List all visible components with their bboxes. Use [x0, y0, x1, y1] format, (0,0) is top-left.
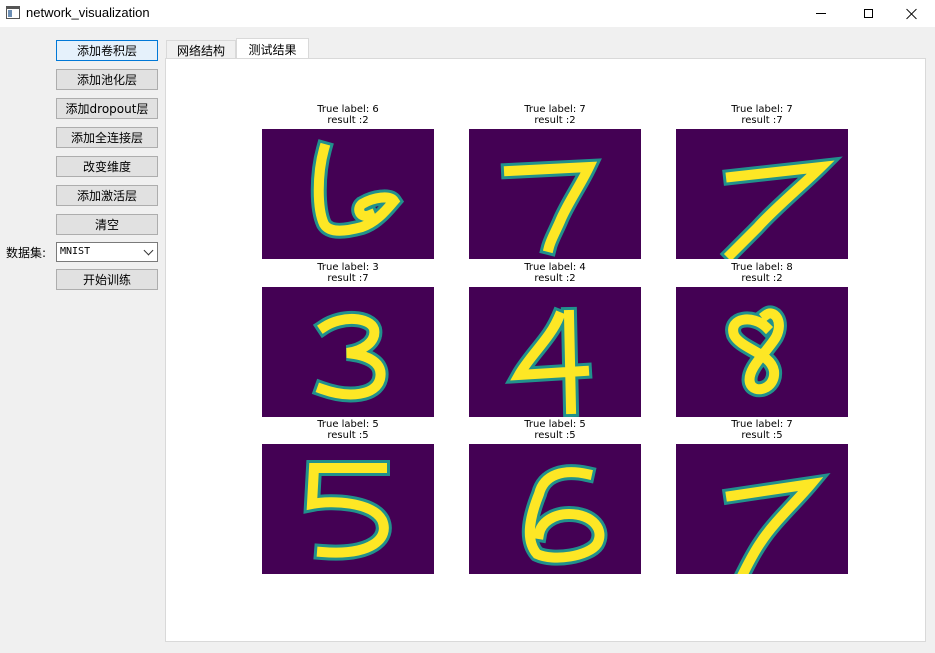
app-window-icon — [6, 6, 20, 19]
dataset-select[interactable]: MNIST — [56, 242, 158, 262]
add-pooling-layer-button[interactable]: 添加池化层 — [56, 69, 158, 90]
minimize-icon — [816, 13, 826, 14]
tab-test-results[interactable]: 测试结果 — [236, 38, 309, 59]
title-bar: network_visualization — [0, 0, 935, 27]
true-label-text: True label: 5 — [317, 419, 379, 430]
true-label-text: True label: 7 — [524, 104, 586, 115]
prediction-result-text: result :5 — [534, 430, 576, 441]
change-dimension-button[interactable]: 改变维度 — [56, 156, 158, 177]
digit-image — [262, 444, 434, 574]
dataset-selected-value: MNIST — [60, 246, 91, 257]
true-label-text: True label: 4 — [524, 262, 586, 273]
true-label-text: True label: 3 — [317, 262, 379, 273]
prediction-result-text: result :7 — [327, 273, 369, 284]
true-label-text: True label: 8 — [731, 262, 793, 273]
dataset-label: 数据集: — [6, 246, 47, 260]
prediction-result-text: result :7 — [741, 115, 783, 126]
digit-image — [469, 287, 641, 417]
digit-image — [469, 444, 641, 574]
add-activation-layer-button[interactable]: 添加激活层 — [56, 185, 158, 206]
true-label-text: True label: 7 — [731, 104, 793, 115]
digit-image — [262, 287, 434, 417]
prediction-result-text: result :2 — [741, 273, 783, 284]
prediction-result-text: result :2 — [327, 115, 369, 126]
digit-image — [676, 129, 848, 259]
true-label-text: True label: 7 — [731, 419, 793, 430]
prediction-result-text: result :5 — [741, 430, 783, 441]
close-icon — [906, 8, 918, 20]
digit-image — [676, 287, 848, 417]
clear-button[interactable]: 清空 — [56, 214, 158, 235]
start-training-button[interactable]: 开始训练 — [56, 269, 158, 290]
prediction-result-text: result :5 — [327, 430, 369, 441]
add-dropout-layer-button[interactable]: 添加dropout层 — [56, 98, 158, 119]
chevron-down-icon — [143, 245, 154, 256]
close-button[interactable] — [889, 0, 935, 27]
digit-image — [262, 129, 434, 259]
digit-image — [676, 444, 848, 574]
window-title: network_visualization — [26, 5, 150, 20]
add-conv-layer-button[interactable]: 添加卷积层 — [56, 40, 158, 61]
maximize-icon — [863, 9, 873, 18]
add-dense-layer-button[interactable]: 添加全连接层 — [56, 127, 158, 148]
tab-network-structure[interactable]: 网络结构 — [166, 40, 236, 59]
prediction-result-text: result :2 — [534, 115, 576, 126]
maximize-button[interactable] — [845, 0, 891, 27]
prediction-result-text: result :2 — [534, 273, 576, 284]
digit-image — [469, 129, 641, 259]
true-label-text: True label: 5 — [524, 419, 586, 430]
minimize-button[interactable] — [798, 0, 844, 27]
true-label-text: True label: 6 — [317, 104, 379, 115]
